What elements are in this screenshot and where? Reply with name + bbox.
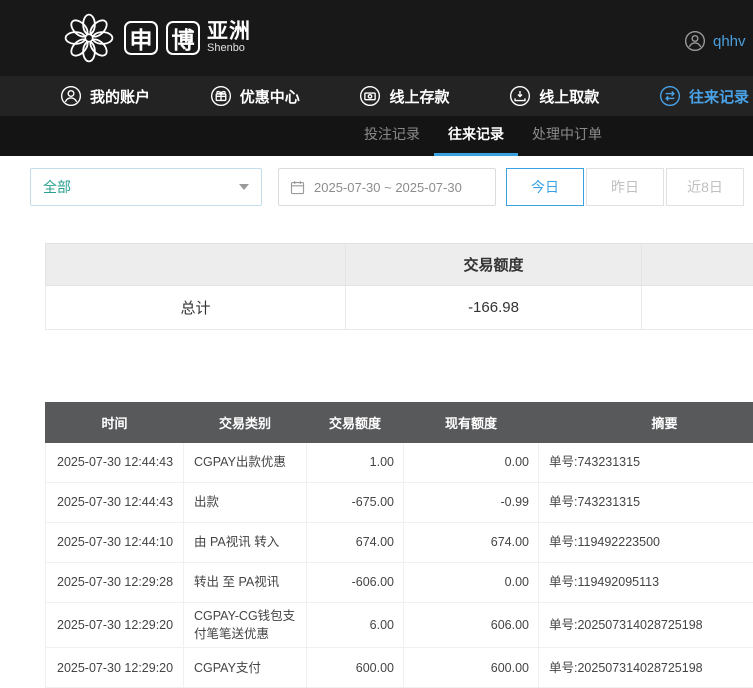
cell-amount: -606.00 (307, 563, 404, 603)
nav-label: 我的账户 (90, 86, 150, 107)
cell-balance: 0.00 (404, 443, 539, 483)
cell-memo: 单号:119492095113 (539, 563, 753, 603)
yesterday-button[interactable]: 昨日 (586, 168, 664, 206)
cell-balance: 606.00 (404, 603, 539, 648)
type-select[interactable]: 全部 (30, 168, 262, 206)
brand-char-shen: 申 (124, 21, 158, 55)
chevron-down-icon (239, 184, 249, 190)
nav-label: 往来记录 (689, 86, 749, 107)
table-row: 2025-07-30 12:44:10 由 PA视讯 转入 674.00 674… (46, 523, 753, 563)
transactions-table: 时间 交易类别 交易额度 现有额度 摘要 2025-07-30 12:44:43… (45, 402, 753, 688)
summary-total-row: 总计 -166.98 (46, 286, 753, 330)
cell-time: 2025-07-30 12:29:20 (46, 648, 184, 688)
transactions-header-row: 时间 交易类别 交易额度 现有额度 摘要 (46, 403, 753, 443)
summary-total-spacer (642, 286, 753, 330)
lotus-logo-icon (62, 11, 116, 65)
summary-header-amount: 交易额度 (346, 244, 642, 286)
gift-icon (210, 85, 232, 107)
brand-char-bo: 博 (166, 21, 200, 55)
table-row: 2025-07-30 12:29:20 CGPAY-CG钱包支付笔笔送优惠 6.… (46, 603, 753, 648)
brand-subtitle: Shenbo (207, 43, 251, 55)
cell-time: 2025-07-30 12:29:20 (46, 603, 184, 648)
cell-balance: 674.00 (404, 523, 539, 563)
last-8-days-button[interactable]: 近8日 (666, 168, 744, 206)
cell-time: 2025-07-30 12:44:43 (46, 483, 184, 523)
cell-type: CGPAY出款优惠 (184, 443, 307, 483)
table-row: 2025-07-30 12:29:28 转出 至 PA视讯 -606.00 0.… (46, 563, 753, 603)
cell-memo: 单号:119492223500 (539, 523, 753, 563)
cell-amount: 674.00 (307, 523, 404, 563)
tab-pending-orders[interactable]: 处理中订单 (518, 116, 616, 156)
table-row: 2025-07-30 12:44:43 CGPAY出款优惠 1.00 0.00 … (46, 443, 753, 483)
cell-type: CGPAY-CG钱包支付笔笔送优惠 (184, 603, 307, 648)
cell-type: 出款 (184, 483, 307, 523)
summary-table: 交易额度 总计 -166.98 (45, 243, 753, 330)
date-range-value: 2025-07-30 ~ 2025-07-30 (314, 180, 462, 195)
quick-date-buttons: 今日 昨日 近8日 (506, 168, 744, 206)
table-row: 2025-07-30 12:44:43 出款 -675.00 -0.99 单号:… (46, 483, 753, 523)
username-text[interactable]: qhhv (713, 33, 746, 50)
calendar-icon (289, 179, 306, 196)
account-icon (60, 85, 82, 107)
top-header: 申 博 亚洲 Shenbo qhhv (0, 0, 753, 76)
date-range-input[interactable]: 2025-07-30 ~ 2025-07-30 (278, 168, 496, 206)
withdraw-icon (509, 85, 531, 107)
table-row: 2025-07-30 12:29:20 CGPAY支付 600.00 600.0… (46, 648, 753, 688)
today-button[interactable]: 今日 (506, 168, 584, 206)
cell-time: 2025-07-30 12:44:10 (46, 523, 184, 563)
col-header-balance: 现有额度 (404, 403, 539, 443)
nav-label: 线上取款 (539, 86, 599, 107)
summary-total-value: -166.98 (346, 286, 642, 330)
cell-memo: 单号:743231315 (539, 443, 753, 483)
record-tabs: 投注记录 往来记录 处理中订单 (0, 116, 753, 156)
nav-item-deposit[interactable]: 线上存款 (359, 76, 453, 116)
records-icon (659, 85, 681, 107)
col-header-memo: 摘要 (539, 403, 753, 443)
type-select-value: 全部 (43, 177, 71, 197)
cell-amount: -675.00 (307, 483, 404, 523)
cell-time: 2025-07-30 12:44:43 (46, 443, 184, 483)
nav-item-promotions[interactable]: 优惠中心 (210, 76, 304, 116)
cell-type: 转出 至 PA视讯 (184, 563, 307, 603)
col-header-type: 交易类别 (184, 403, 307, 443)
user-account-area[interactable]: qhhv (684, 30, 746, 52)
summary-header-spacer (46, 244, 346, 286)
brand-region: 亚洲 (207, 21, 251, 43)
cell-memo: 单号:202507314028725198 (539, 648, 753, 688)
brand-wordmark: 亚洲 Shenbo (207, 21, 251, 55)
tab-betting-records[interactable]: 投注记录 (350, 116, 434, 156)
tab-transaction-records[interactable]: 往来记录 (434, 116, 518, 156)
summary-header-spacer-right (642, 244, 753, 286)
brand-logo[interactable]: 申 博 亚洲 Shenbo (62, 11, 251, 65)
cell-amount: 6.00 (307, 603, 404, 648)
cell-memo: 单号:202507314028725198 (539, 603, 753, 648)
filter-bar: 全部 2025-07-30 ~ 2025-07-30 今日 昨日 近8日 (30, 168, 753, 206)
nav-item-transaction-records[interactable]: 往来记录 (659, 76, 753, 116)
nav-item-my-account[interactable]: 我的账户 (60, 76, 154, 116)
cell-balance: 0.00 (404, 563, 539, 603)
summary-total-label: 总计 (46, 286, 346, 330)
col-header-time: 时间 (46, 403, 184, 443)
cell-balance: -0.99 (404, 483, 539, 523)
cell-type: 由 PA视讯 转入 (184, 523, 307, 563)
summary-header-row: 交易额度 (46, 244, 753, 286)
cell-memo: 单号:743231315 (539, 483, 753, 523)
cell-type: CGPAY支付 (184, 648, 307, 688)
nav-item-withdraw[interactable]: 线上取款 (509, 76, 603, 116)
nav-label: 优惠中心 (240, 86, 300, 107)
col-header-amount: 交易额度 (307, 403, 404, 443)
cell-balance: 600.00 (404, 648, 539, 688)
main-nav: 我的账户 优惠中心 线上存款 线上取款 (0, 76, 753, 116)
cell-amount: 1.00 (307, 443, 404, 483)
cell-time: 2025-07-30 12:29:28 (46, 563, 184, 603)
cell-amount: 600.00 (307, 648, 404, 688)
user-avatar-icon (684, 30, 706, 52)
deposit-icon (359, 85, 381, 107)
nav-label: 线上存款 (389, 86, 449, 107)
